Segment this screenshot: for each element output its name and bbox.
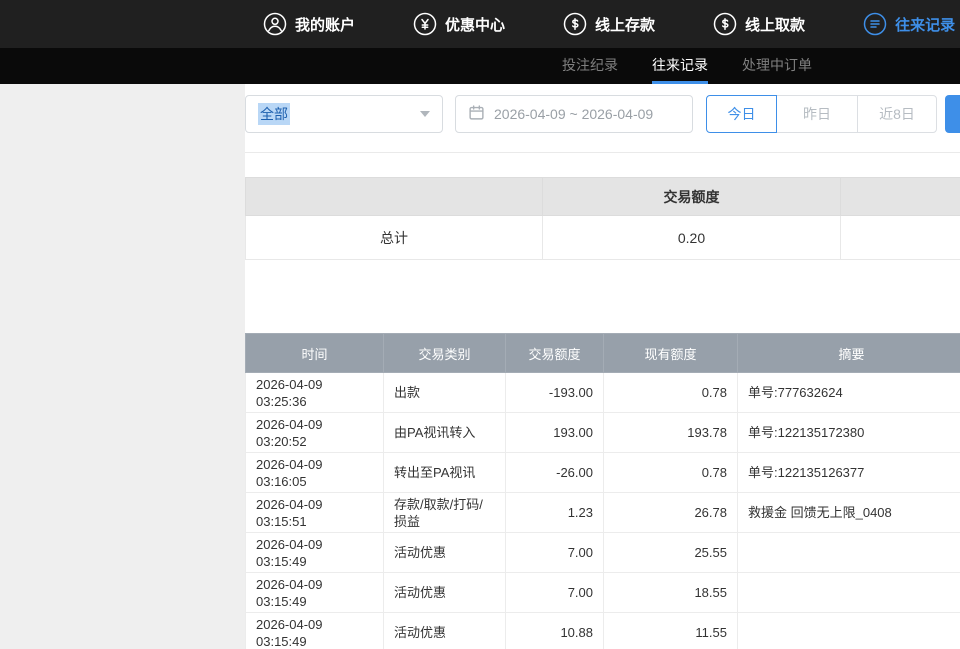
table-row: 2026-04-09 03:15:49活动优惠7.0025.55 xyxy=(246,533,960,573)
quick-range-group: 今日 昨日 近8日 xyxy=(706,95,937,133)
summary-header-empty xyxy=(841,178,960,216)
cell-balance: 0.78 xyxy=(604,453,738,493)
nav-item-my-account[interactable]: 我的账户 xyxy=(263,12,355,36)
today-button[interactable]: 今日 xyxy=(706,95,777,133)
cell-type: 活动优惠 xyxy=(384,573,506,613)
calendar-icon xyxy=(468,104,485,124)
cell-summary xyxy=(738,573,960,613)
cell-amount: 193.00 xyxy=(506,413,604,453)
summary-total-row: 总计 0.20 xyxy=(246,216,960,260)
cell-type: 存款/取款/打码/损益 xyxy=(384,493,506,533)
summary-total-label: 总计 xyxy=(246,216,543,260)
cell-time: 2026-04-09 03:20:52 xyxy=(246,413,384,453)
summary-total-value: 0.20 xyxy=(543,216,841,260)
header-balance: 现有额度 xyxy=(604,334,738,373)
page: 我的账户 优惠中心 线上存款 xyxy=(0,0,960,649)
nav-item-label: 线上取款 xyxy=(745,14,805,35)
summary-table: 交易额度 总计 0.20 xyxy=(245,177,960,260)
nav-item-label: 线上存款 xyxy=(595,14,655,35)
cell-amount: -26.00 xyxy=(506,453,604,493)
nav-item-records[interactable]: 往来记录 xyxy=(863,12,955,36)
records-icon xyxy=(863,12,887,36)
summary-header-amount: 交易额度 xyxy=(543,178,841,216)
left-gutter xyxy=(0,84,245,649)
date-range-value: 2026-04-09 ~ 2026-04-09 xyxy=(494,106,653,122)
last-8-days-button[interactable]: 近8日 xyxy=(857,95,937,133)
cell-type: 出款 xyxy=(384,373,506,413)
summary-empty-cell xyxy=(841,216,960,260)
table-row: 2026-04-09 03:16:05转出至PA视讯-26.000.78单号:1… xyxy=(246,453,960,493)
table-row: 2026-04-09 03:15:49活动优惠7.0018.55 xyxy=(246,573,960,613)
header-summary: 摘要 xyxy=(738,334,960,373)
yesterday-button[interactable]: 昨日 xyxy=(776,95,858,133)
chevron-down-icon xyxy=(420,111,430,117)
transactions-head: 时间 交易类别 交易额度 现有额度 摘要 xyxy=(246,334,960,373)
withdraw-icon xyxy=(713,12,737,36)
table-row: 2026-04-09 03:15:49活动优惠10.8811.55 xyxy=(246,613,960,649)
main-content: 全部 2026-04-09 ~ 2026-04-09 今日 昨日 近8日 xyxy=(245,84,960,649)
type-filter-dropdown[interactable]: 全部 xyxy=(245,95,443,133)
tab-transaction-records[interactable]: 往来记录 xyxy=(652,48,708,84)
table-row: 2026-04-09 03:25:36出款-193.000.78单号:77763… xyxy=(246,373,960,413)
deposit-icon xyxy=(563,12,587,36)
tab-processing-orders[interactable]: 处理中订单 xyxy=(742,48,812,84)
cell-time: 2026-04-09 03:15:49 xyxy=(246,613,384,649)
transactions-table: 时间 交易类别 交易额度 现有额度 摘要 2026-04-09 03:25:36… xyxy=(245,333,960,649)
summary-header-empty xyxy=(246,178,543,216)
cell-balance: 193.78 xyxy=(604,413,738,453)
cell-summary xyxy=(738,613,960,649)
header-time: 时间 xyxy=(246,334,384,373)
filter-row: 全部 2026-04-09 ~ 2026-04-09 今日 昨日 近8日 xyxy=(245,95,960,133)
cell-balance: 0.78 xyxy=(604,373,738,413)
cell-type: 活动优惠 xyxy=(384,533,506,573)
header-type: 交易类别 xyxy=(384,334,506,373)
cell-type: 活动优惠 xyxy=(384,613,506,649)
top-navigation: 我的账户 优惠中心 线上存款 xyxy=(0,0,960,48)
cell-type: 转出至PA视讯 xyxy=(384,453,506,493)
cell-amount: 7.00 xyxy=(506,533,604,573)
cell-time: 2026-04-09 03:15:49 xyxy=(246,573,384,613)
nav-item-label: 我的账户 xyxy=(295,14,355,35)
cell-summary: 单号:122135172380 xyxy=(738,413,960,453)
nav-item-label: 往来记录 xyxy=(895,14,955,35)
nav-item-promotions[interactable]: 优惠中心 xyxy=(413,12,505,36)
cell-time: 2026-04-09 03:16:05 xyxy=(246,453,384,493)
cell-amount: 1.23 xyxy=(506,493,604,533)
type-filter-value: 全部 xyxy=(258,103,290,125)
cell-balance: 18.55 xyxy=(604,573,738,613)
date-range-input[interactable]: 2026-04-09 ~ 2026-04-09 xyxy=(455,95,693,133)
transactions-header-row: 时间 交易类别 交易额度 现有额度 摘要 xyxy=(246,334,960,373)
cell-time: 2026-04-09 03:25:36 xyxy=(246,373,384,413)
tab-betting-records[interactable]: 投注纪录 xyxy=(562,48,618,84)
cell-summary: 单号:122135126377 xyxy=(738,453,960,493)
search-button[interactable] xyxy=(945,95,960,133)
cell-amount: 10.88 xyxy=(506,613,604,649)
cell-time: 2026-04-09 03:15:51 xyxy=(246,493,384,533)
cell-amount: -193.00 xyxy=(506,373,604,413)
tab-bar: 投注纪录 往来记录 处理中订单 xyxy=(0,48,960,84)
header-amount: 交易额度 xyxy=(506,334,604,373)
nav-item-withdraw[interactable]: 线上取款 xyxy=(713,12,805,36)
cell-type: 由PA视讯转入 xyxy=(384,413,506,453)
cell-balance: 11.55 xyxy=(604,613,738,649)
account-icon xyxy=(263,12,287,36)
cell-balance: 26.78 xyxy=(604,493,738,533)
tabs: 投注纪录 往来记录 处理中订单 xyxy=(562,48,812,84)
cell-balance: 25.55 xyxy=(604,533,738,573)
nav-item-deposit[interactable]: 线上存款 xyxy=(563,12,655,36)
promo-icon xyxy=(413,12,437,36)
transactions-body: 2026-04-09 03:25:36出款-193.000.78单号:77763… xyxy=(246,373,960,649)
table-row: 2026-04-09 03:15:51存款/取款/打码/损益1.2326.78救… xyxy=(246,493,960,533)
cell-amount: 7.00 xyxy=(506,573,604,613)
cell-time: 2026-04-09 03:15:49 xyxy=(246,533,384,573)
table-row: 2026-04-09 03:20:52由PA视讯转入193.00193.78单号… xyxy=(246,413,960,453)
cell-summary: 单号:777632624 xyxy=(738,373,960,413)
divider xyxy=(245,152,960,153)
summary-header-row: 交易额度 xyxy=(246,178,960,216)
nav-item-label: 优惠中心 xyxy=(445,14,505,35)
cell-summary: 救援金 回馈无上限_0408 xyxy=(738,493,960,533)
cell-summary xyxy=(738,533,960,573)
